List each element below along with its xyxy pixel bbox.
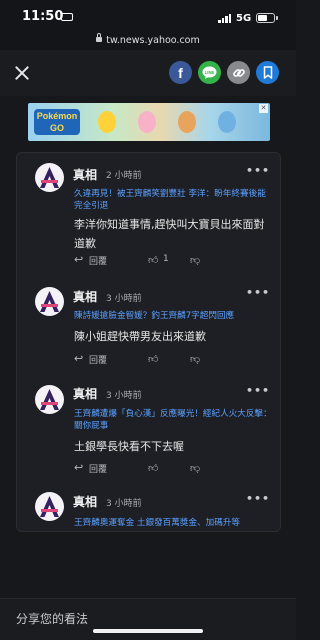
- reply-icon[interactable]: ↩: [74, 353, 83, 364]
- thumbs-down-icon[interactable]: 👎︎: [190, 462, 200, 474]
- article-link[interactable]: 王齊麟奧運奪金 土銀發百萬獎金、加碼升等: [74, 517, 274, 529]
- ad-character: [218, 111, 236, 133]
- comment-actions: ↩ 回覆 👍︎ 👎︎: [74, 462, 274, 476]
- close-icon[interactable]: [14, 65, 30, 81]
- avatar[interactable]: [35, 287, 64, 316]
- ad-character: [178, 111, 196, 133]
- screen-mirror-icon: [61, 13, 73, 21]
- comment-time: 3 小時前: [106, 391, 142, 401]
- home-indicator[interactable]: [93, 629, 203, 633]
- ad-character: [98, 111, 116, 133]
- commenter-name[interactable]: 真相: [73, 288, 97, 305]
- thumbs-down-icon[interactable]: 👎︎: [190, 254, 200, 266]
- comment-item: 真相 3 小時前 ••• 王齊麟奧運奪金 土銀發百萬獎金、加碼升等: [17, 483, 280, 531]
- comment-item: 真相 2 小時前 ••• 久違再見！被王齊麟笑劉豐壯 李洋：盼年終賽後能完全引退…: [17, 153, 280, 275]
- comment-time: 3 小時前: [106, 499, 142, 509]
- comment-actions: ↩ 回覆 👍︎ 1 👎︎: [74, 254, 274, 268]
- commenter-name[interactable]: 真相: [73, 385, 97, 402]
- comment-text: 土銀學長快看不下去喔: [74, 440, 184, 453]
- network-type: 5G: [236, 13, 252, 24]
- ad-logo-bottom: GO: [49, 123, 64, 133]
- comment-actions: ↩ 回覆 👍︎ 👎︎: [74, 353, 274, 367]
- thumbs-up-icon[interactable]: 👍︎: [148, 254, 158, 266]
- thumbs-down-icon[interactable]: 👎︎: [190, 353, 200, 365]
- avatar[interactable]: [35, 163, 64, 192]
- article-link[interactable]: 久違再見！被王齊麟笑劉豐壯 李洋：盼年終賽後能完全引退: [74, 188, 274, 212]
- facebook-icon[interactable]: f: [169, 61, 192, 84]
- reply-button[interactable]: 回覆: [89, 462, 107, 475]
- reply-icon[interactable]: ↩: [74, 254, 83, 265]
- comments-card: 真相 2 小時前 ••• 久違再見！被王齊麟笑劉豐壯 李洋：盼年終賽後能完全引退…: [16, 152, 281, 532]
- article-link[interactable]: 王齊麟遭爆「負心漢」反應曝光！經紀人火大反擊：關你屁事: [74, 408, 274, 432]
- thumbs-up-icon[interactable]: 👍︎: [148, 353, 158, 365]
- battery-tip: [276, 16, 278, 20]
- comment-time: 3 小時前: [106, 294, 142, 304]
- article-link[interactable]: 陳詩媛搶臉金智媛？釣王齊麟7字超閃回應: [74, 310, 274, 322]
- line-icon-text: LINE: [205, 70, 215, 75]
- reply-button[interactable]: 回覆: [89, 254, 107, 267]
- more-options-icon[interactable]: •••: [246, 286, 270, 299]
- comment-item: 真相 3 小時前 ••• 王齊麟遭爆「負心漢」反應曝光！經紀人火大反擊：關你屁事…: [17, 373, 280, 483]
- reply-button[interactable]: 回覆: [89, 353, 107, 366]
- like-count: 1: [163, 254, 169, 264]
- ad-character: [138, 111, 156, 133]
- commenter-name[interactable]: 真相: [73, 493, 97, 510]
- comment-input[interactable]: 分享您的看法: [16, 610, 88, 627]
- more-options-icon[interactable]: •••: [246, 384, 270, 397]
- status-time: 11:50: [22, 9, 64, 24]
- avatar[interactable]: [35, 492, 64, 521]
- comment-input-bar[interactable]: 分享您的看法: [0, 598, 296, 640]
- lock-icon: [96, 33, 103, 42]
- comment-time: 2 小時前: [106, 171, 142, 181]
- bookmark-icon[interactable]: [256, 61, 279, 84]
- toolbar: f LINE: [0, 50, 296, 96]
- commenter-name[interactable]: 真相: [73, 166, 97, 183]
- ad-banner[interactable]: Pokémon GO ✕: [28, 103, 270, 141]
- more-options-icon[interactable]: •••: [246, 492, 270, 505]
- ad-logo: Pokémon GO: [34, 109, 80, 135]
- status-bar: 11:50 5G: [0, 0, 296, 28]
- ad-logo-top: Pokémon: [36, 111, 78, 121]
- comment-item: 真相 3 小時前 ••• 陳詩媛搶臉金智媛？釣王齊麟7字超閃回應 陳小姐趕快帶男…: [17, 275, 280, 373]
- comment-text: 陳小姐趕快帶男友出來道歉: [74, 330, 206, 343]
- battery-icon: [256, 13, 275, 23]
- url-bar[interactable]: tw.news.yahoo.com: [0, 28, 296, 50]
- thumbs-up-icon[interactable]: 👍︎: [148, 462, 158, 474]
- comment-text: 李洋你知道事情,趕快叫大寶貝出來面對道歉: [74, 218, 265, 250]
- avatar[interactable]: [35, 385, 64, 414]
- link-icon[interactable]: [227, 61, 250, 84]
- line-icon[interactable]: LINE: [198, 61, 221, 84]
- reply-icon[interactable]: ↩: [74, 462, 83, 473]
- ad-close-icon[interactable]: ✕: [259, 104, 268, 113]
- signal-icon: [218, 14, 232, 23]
- url-domain[interactable]: tw.news.yahoo.com: [106, 35, 199, 46]
- more-options-icon[interactable]: •••: [246, 164, 270, 177]
